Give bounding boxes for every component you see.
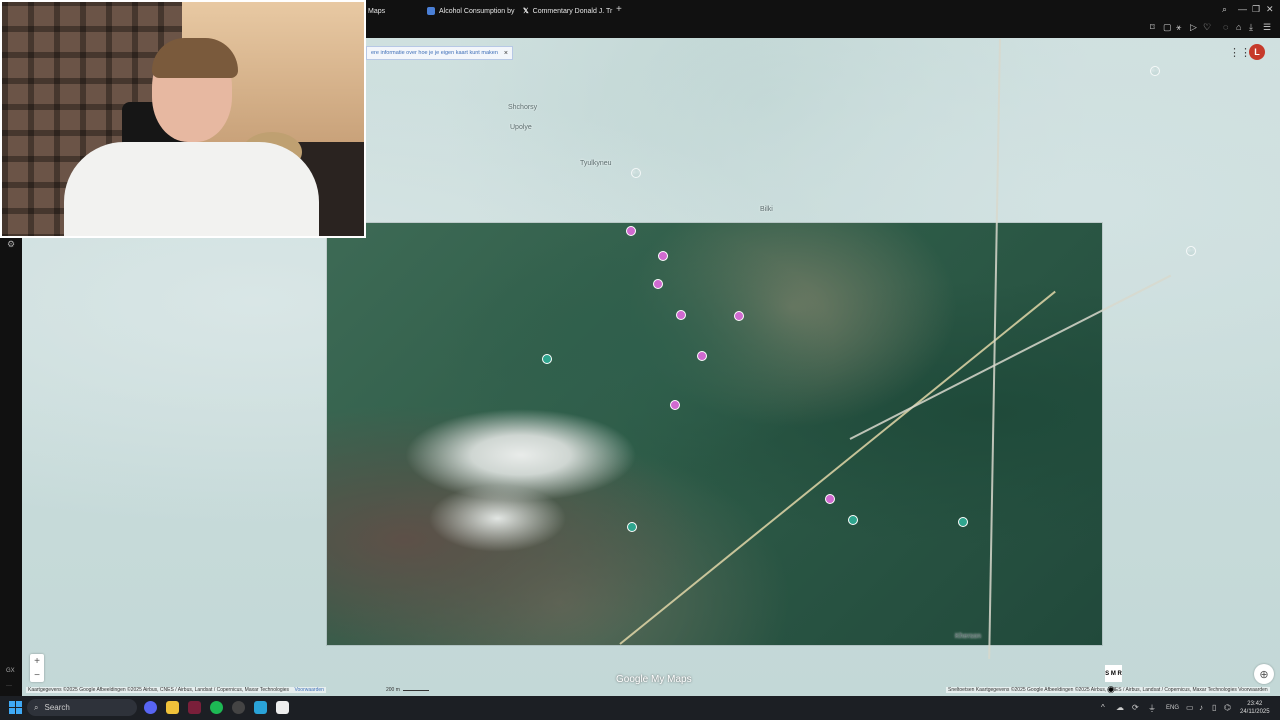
zoom-out-button[interactable]: − — [30, 668, 44, 682]
map-marker[interactable] — [734, 311, 744, 321]
tab-commentary[interactable]: 𝕏 Commentary Donald J. Tr — [523, 4, 612, 18]
map-marker[interactable] — [697, 351, 707, 361]
chat-icon[interactable]: ◌ — [1223, 22, 1228, 32]
map-place-label: Tyulkyneu — [580, 160, 612, 167]
app-icon[interactable] — [188, 701, 201, 714]
wallet-icon[interactable]: ⌂ — [1236, 22, 1241, 32]
menu-icon[interactable]: ☰ — [1263, 22, 1271, 33]
close-window-button[interactable]: ✕ — [1266, 4, 1274, 15]
play-icon[interactable]: ▷ — [1190, 22, 1197, 33]
maximize-button[interactable]: ❐ — [1252, 4, 1260, 15]
download-icon[interactable]: ⤓ — [1249, 22, 1253, 33]
map-marker[interactable] — [670, 400, 680, 410]
smr-app-icon[interactable] — [276, 701, 289, 714]
avatar[interactable]: L — [1249, 44, 1265, 60]
map-marker[interactable] — [653, 279, 663, 289]
eye-icon: ◉ — [1107, 684, 1115, 694]
map-marker[interactable] — [848, 515, 858, 525]
map-marker[interactable] — [631, 168, 641, 178]
x-logo-icon: 𝕏 — [523, 8, 529, 15]
scale-bar: 200 m — [386, 687, 430, 693]
mic-icon[interactable]: ⏚ — [1148, 703, 1156, 714]
person-hair — [152, 38, 238, 78]
spotify-icon[interactable] — [210, 701, 223, 714]
clock-date: 24/11/2025 — [1240, 709, 1270, 715]
info-banner: ere informatie over hoe je je eigen kaar… — [366, 46, 513, 60]
map-place-label: Upolye — [510, 124, 532, 131]
more-icon[interactable]: ··· — [6, 683, 12, 689]
translate-icon[interactable]: ⚹ — [1176, 22, 1181, 33]
search-icon: ⌕ — [34, 702, 39, 712]
webcam-overlay — [0, 0, 366, 238]
map-marker[interactable] — [1186, 246, 1196, 256]
scale-label: 200 m — [386, 687, 400, 693]
map-marker[interactable] — [626, 226, 636, 236]
network-icon[interactable]: ⌬ — [1224, 703, 1231, 712]
tab-label: Maps — [368, 7, 386, 15]
taskbar-clock[interactable]: 23:42 24/11/2025 — [1240, 700, 1270, 716]
gear-icon[interactable]: ⚙ — [7, 239, 15, 250]
clock-time: 23:42 — [1247, 701, 1263, 707]
obs-icon[interactable] — [232, 701, 245, 714]
map-marker[interactable] — [958, 517, 968, 527]
heart-icon[interactable]: ♡ — [1203, 22, 1211, 33]
side-label: GX — [6, 668, 15, 674]
cloud-icon[interactable]: ☁ — [1116, 703, 1124, 712]
tab-label: Alcohol Consumption by — [439, 7, 515, 15]
info-banner-text[interactable]: ere informatie over hoe je je eigen kaar… — [371, 50, 498, 56]
language-indicator[interactable]: ENG — [1166, 705, 1179, 711]
file-explorer-icon[interactable] — [166, 701, 179, 714]
apps-grid-icon[interactable]: ⋮⋮ — [1229, 46, 1251, 59]
minimize-button[interactable]: — — [1238, 4, 1247, 14]
search-placeholder: Search — [44, 703, 70, 712]
tab-maps[interactable]: Maps — [368, 4, 385, 18]
scale-line — [403, 690, 430, 691]
search-icon[interactable]: ⌕ — [1222, 4, 1227, 15]
globe-icon — [427, 7, 435, 15]
smr-logo: S M R — [1105, 665, 1122, 682]
zoom-in-button[interactable]: + — [30, 654, 44, 668]
map-place-label: Bilki — [760, 206, 773, 213]
satellite-overlay — [327, 223, 1102, 645]
new-tab-button[interactable]: + — [616, 4, 622, 15]
volume-icon[interactable]: ♪ — [1199, 703, 1203, 712]
terms-link[interactable]: Voorwaarden — [294, 687, 323, 693]
discord-icon[interactable] — [144, 701, 157, 714]
map-marker[interactable] — [542, 354, 552, 364]
google-my-maps-logo: Google My Maps — [616, 674, 692, 685]
my-location-button[interactable]: ⊕ — [1254, 664, 1274, 684]
map-attribution: Kaartgegevens ©2025 Google Afbeeldingen … — [26, 687, 326, 693]
map-marker[interactable] — [1150, 66, 1160, 76]
map-marker[interactable] — [825, 494, 835, 504]
map-place-label: Kherson — [955, 633, 982, 640]
sync-icon[interactable]: ⟳ — [1132, 703, 1139, 712]
telegram-icon[interactable] — [254, 701, 267, 714]
taskbar-search[interactable]: ⌕ Search — [27, 699, 137, 716]
chevron-up-icon[interactable]: ^ — [1101, 703, 1105, 712]
battery-icon[interactable]: ▯ — [1212, 703, 1216, 712]
map-marker[interactable] — [676, 310, 686, 320]
side-panel-strip: GX ··· — [0, 238, 22, 696]
tab-alcohol-consumption[interactable]: Alcohol Consumption by — [427, 4, 515, 18]
attribution-text: Kaartgegevens ©2025 Google Afbeeldingen … — [28, 687, 290, 693]
map-place-label: Shchorsy — [508, 104, 538, 111]
start-button[interactable] — [9, 701, 22, 714]
zoom-control: + − — [30, 654, 44, 682]
screenshot-icon[interactable]: ▢ — [1163, 22, 1172, 33]
tab-label: Commentary Donald J. Tr — [532, 7, 613, 15]
map-marker[interactable] — [658, 251, 668, 261]
monitor-icon[interactable]: ▭ — [1186, 703, 1194, 712]
close-icon[interactable]: × — [504, 50, 508, 57]
person-shirt — [64, 142, 319, 236]
map-marker[interactable] — [627, 522, 637, 532]
bookmark-icon[interactable]: ⌑ — [1150, 22, 1155, 33]
